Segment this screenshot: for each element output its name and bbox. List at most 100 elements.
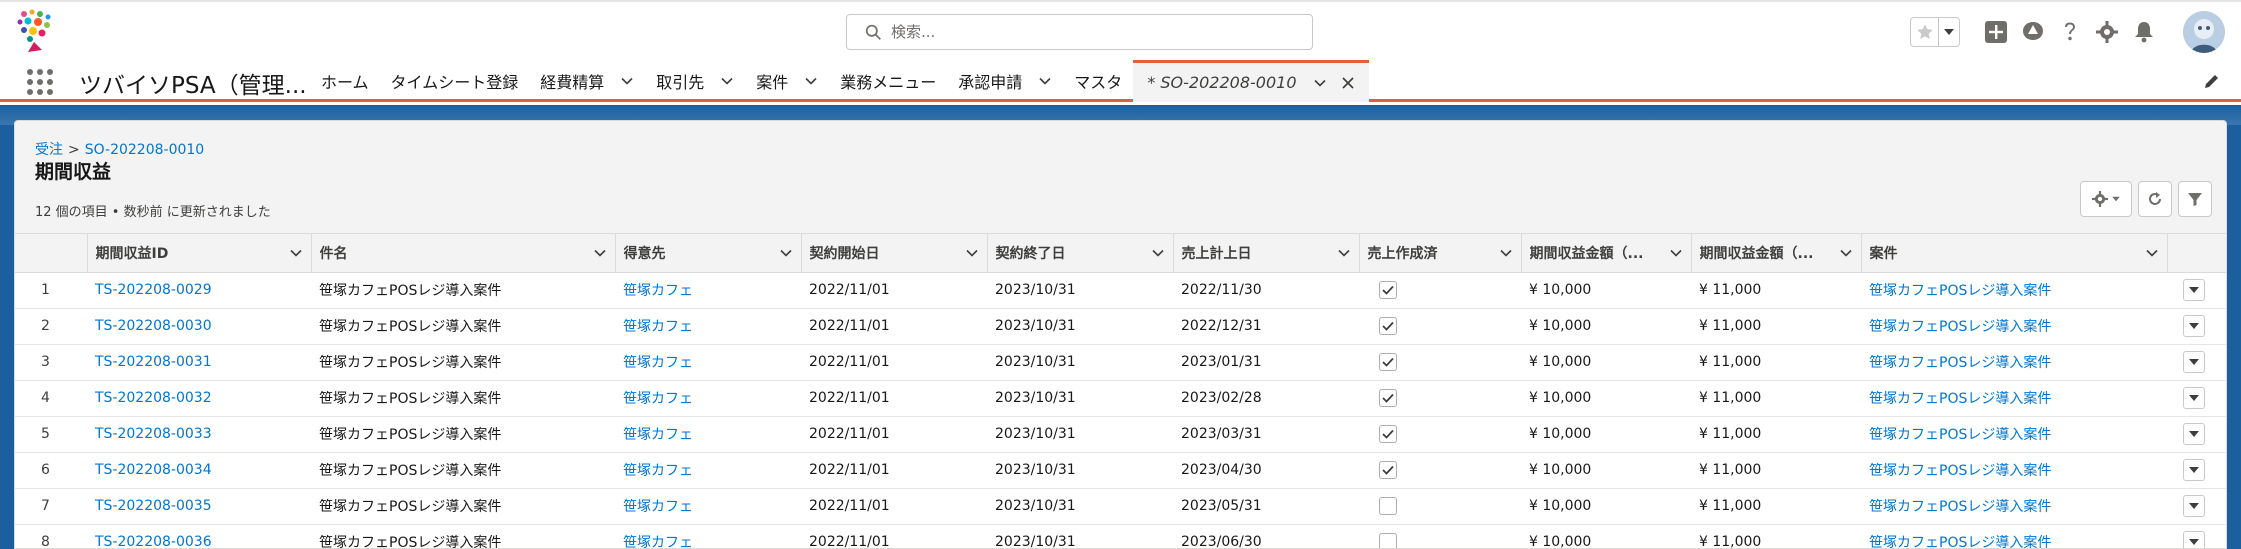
nav-item-label: マスタ <box>1074 73 1123 92</box>
column-header[interactable]: 売上作成済 <box>1359 234 1522 273</box>
contract-start-cell: 2022/11/01 <box>801 344 987 381</box>
column-header[interactable]: 期間収益ID <box>87 234 312 273</box>
chevron-down-icon[interactable] <box>2145 246 2159 260</box>
project-link[interactable]: 笹塚カフェPOSレジ導入案件 <box>1861 272 2167 309</box>
project-link[interactable]: 笹塚カフェPOSレジ導入案件 <box>1861 416 2167 453</box>
project-link[interactable]: 笹塚カフェPOSレジ導入案件 <box>1861 452 2167 489</box>
revenue-id-link[interactable]: TS-202208-0036 <box>87 524 311 548</box>
contract-start-cell: 2022/11/01 <box>801 380 987 417</box>
setup-gear-icon[interactable] <box>2095 20 2119 44</box>
subject-cell: 笹塚カフェPOSレジ導入案件 <box>311 524 615 548</box>
column-header[interactable]: 件名 <box>311 234 616 273</box>
app-launcher-waffle-icon[interactable] <box>26 68 54 96</box>
chevron-down-icon[interactable] <box>720 74 734 88</box>
row-actions-button[interactable] <box>2183 279 2205 301</box>
project-link[interactable]: 笹塚カフェPOSレジ導入案件 <box>1861 308 2167 345</box>
nav-item-master[interactable]: マスタ <box>1063 60 1133 102</box>
customer-link[interactable]: 笹塚カフェ <box>615 308 801 345</box>
column-header[interactable]: 売上計上日 <box>1173 234 1360 273</box>
edit-nav-pencil-icon[interactable] <box>2203 72 2221 90</box>
breadcrumb-separator: > <box>68 142 80 158</box>
chevron-down-icon[interactable] <box>1499 246 1513 260</box>
nav-item-label: 経費精算 <box>540 73 605 92</box>
user-avatar[interactable] <box>2183 11 2225 53</box>
customer-link[interactable]: 笹塚カフェ <box>615 380 801 417</box>
nav-item-approvals[interactable]: 承認申請 <box>947 60 1063 102</box>
row-actions-button[interactable] <box>2183 387 2205 409</box>
revenue-amount-tax-cell: ¥ 11,000 <box>1691 416 1861 453</box>
customer-link[interactable]: 笹塚カフェ <box>615 524 801 548</box>
project-link[interactable]: 笹塚カフェPOSレジ導入案件 <box>1861 524 2167 548</box>
notifications-bell-icon[interactable] <box>2132 20 2156 44</box>
chevron-down-icon[interactable] <box>1669 246 1683 260</box>
row-actions-button[interactable] <box>2183 351 2205 373</box>
column-header[interactable]: 得意先 <box>615 234 802 273</box>
revenue-amount-tax-cell: ¥ 11,000 <box>1691 488 1861 525</box>
close-tab-icon[interactable] <box>1341 76 1355 90</box>
chevron-down-icon[interactable] <box>1313 76 1327 90</box>
help-icon[interactable] <box>2058 20 2082 44</box>
column-header[interactable]: 契約終了日 <box>987 234 1174 273</box>
customer-link[interactable]: 笹塚カフェ <box>615 272 801 309</box>
contract-end-cell: 2023/10/31 <box>987 524 1173 548</box>
row-actions-button[interactable] <box>2183 495 2205 517</box>
customer-link[interactable]: 笹塚カフェ <box>615 416 801 453</box>
nav-item-business-menu[interactable]: 業務メニュー <box>829 60 947 102</box>
nav-item-home[interactable]: ホーム <box>310 60 380 102</box>
project-link[interactable]: 笹塚カフェPOSレジ導入案件 <box>1861 380 2167 417</box>
breadcrumb-record-link[interactable]: SO-202208-0010 <box>85 142 204 158</box>
chevron-down-icon[interactable] <box>1337 246 1351 260</box>
customer-link[interactable]: 笹塚カフェ <box>615 452 801 489</box>
chevron-down-icon[interactable] <box>1038 74 1052 88</box>
nav-item-expenses[interactable]: 経費精算 <box>529 60 645 102</box>
nav-item-projects[interactable]: 案件 <box>745 60 829 102</box>
column-header[interactable]: 案件 <box>1861 234 2168 273</box>
revenue-id-link[interactable]: TS-202208-0029 <box>87 272 311 309</box>
row-actions-cell <box>2167 416 2226 453</box>
app-logo[interactable] <box>14 8 60 56</box>
list-settings-button[interactable] <box>2080 181 2132 217</box>
revenue-id-link[interactable]: TS-202208-0035 <box>87 488 311 525</box>
revenue-amount-cell: ¥ 10,000 <box>1521 416 1691 453</box>
global-search[interactable] <box>846 14 1313 50</box>
revenue-amount-tax-cell: ¥ 11,000 <box>1691 452 1861 489</box>
nav-item-accounts[interactable]: 取引先 <box>645 60 745 102</box>
filter-button[interactable] <box>2178 181 2212 217</box>
refresh-button[interactable] <box>2138 181 2172 217</box>
search-input[interactable] <box>891 21 1291 43</box>
chevron-down-icon[interactable] <box>593 246 607 260</box>
breadcrumb-parent-link[interactable]: 受注 <box>35 142 63 158</box>
customer-link[interactable]: 笹塚カフェ <box>615 344 801 381</box>
nav-tab-active-record[interactable]: * SO-202208-0010 <box>1133 60 1369 102</box>
chevron-down-icon[interactable] <box>1151 246 1165 260</box>
table-row: 8 TS-202208-0036 笹塚カフェPOSレジ導入案件 笹塚カフェ 2022/1… <box>15 524 2226 548</box>
chevron-down-icon[interactable] <box>620 74 634 88</box>
trailhead-icon[interactable] <box>2021 20 2045 44</box>
column-header[interactable]: 契約開始日 <box>801 234 988 273</box>
chevron-down-icon[interactable] <box>1839 246 1853 260</box>
chevron-down-icon[interactable] <box>804 74 818 88</box>
row-actions-button[interactable] <box>2183 531 2205 548</box>
row-actions-button[interactable] <box>2183 315 2205 337</box>
customer-link[interactable]: 笹塚カフェ <box>615 488 801 525</box>
column-header[interactable]: 期間収益金額（... <box>1521 234 1692 273</box>
row-actions-button[interactable] <box>2183 459 2205 481</box>
project-link[interactable]: 笹塚カフェPOSレジ導入案件 <box>1861 344 2167 381</box>
revenue-id-link[interactable]: TS-202208-0032 <box>87 380 311 417</box>
row-actions-button[interactable] <box>2183 423 2205 445</box>
contract-end-cell: 2023/10/31 <box>987 380 1173 417</box>
revenue-id-link[interactable]: TS-202208-0030 <box>87 308 311 345</box>
revenue-id-link[interactable]: TS-202208-0034 <box>87 452 311 489</box>
project-link[interactable]: 笹塚カフェPOSレジ導入案件 <box>1861 488 2167 525</box>
chevron-down-icon[interactable] <box>779 246 793 260</box>
column-header[interactable]: 期間収益金額（... <box>1691 234 1862 273</box>
revenue-id-link[interactable]: TS-202208-0033 <box>87 416 311 453</box>
subject-cell: 笹塚カフェPOSレジ導入案件 <box>311 272 615 309</box>
global-add-icon[interactable] <box>1984 20 2008 44</box>
favorite-star-icon[interactable] <box>1911 18 1940 46</box>
chevron-down-icon[interactable] <box>965 246 979 260</box>
revenue-id-link[interactable]: TS-202208-0031 <box>87 344 311 381</box>
favorites-menu-chevron-icon[interactable] <box>1939 18 1959 46</box>
nav-item-timesheet[interactable]: タイムシート登録 <box>380 60 530 102</box>
chevron-down-icon[interactable] <box>289 246 303 260</box>
